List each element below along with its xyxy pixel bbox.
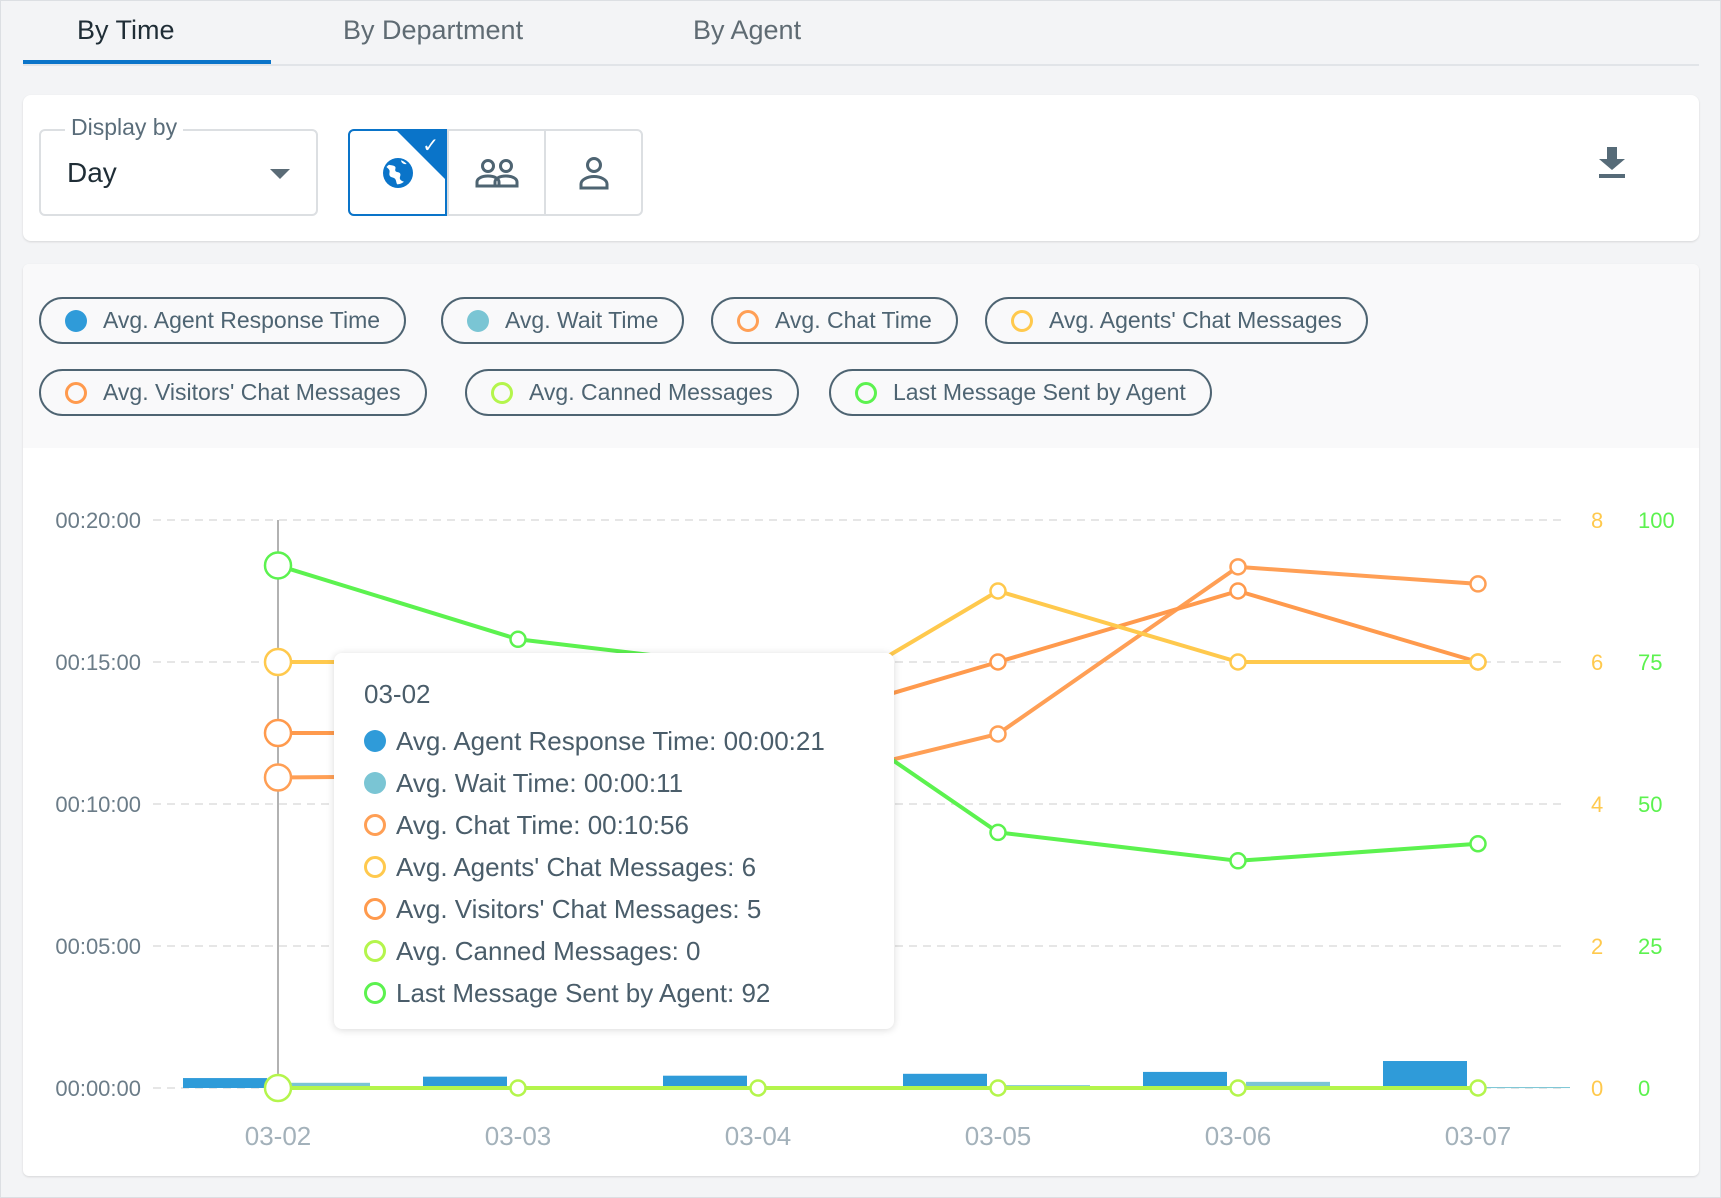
right-axis-count-tick-label: 0 bbox=[1638, 1076, 1650, 1101]
display-by-value: Day bbox=[67, 157, 117, 188]
tooltip-row: Avg. Wait Time: 00:00:11 bbox=[364, 762, 864, 804]
right-axis-messages-tick-label: 6 bbox=[1591, 650, 1603, 675]
right-axis-messages-tick-label: 0 bbox=[1591, 1076, 1603, 1101]
check-icon: ✓ bbox=[422, 135, 439, 157]
avg-chat-time-point bbox=[989, 725, 1007, 743]
chart-card: Avg. Agent Response Time Avg. Wait Time … bbox=[23, 264, 1699, 1176]
download-icon bbox=[1599, 147, 1625, 178]
avg-canned-messages-point bbox=[749, 1079, 767, 1097]
avg-canned-messages-point bbox=[263, 1073, 293, 1103]
avg-agents-chat-messages-point bbox=[1469, 653, 1487, 671]
avg-agents-chat-messages-point bbox=[1229, 653, 1247, 671]
series-dot-icon bbox=[364, 730, 386, 752]
left-axis-tick-label: 00:15:00 bbox=[55, 650, 141, 675]
tooltip-row: Avg. Agent Response Time: 00:00:21 bbox=[364, 720, 864, 762]
active-tab-indicator bbox=[23, 60, 271, 64]
right-axis-count-tick-label: 100 bbox=[1638, 508, 1675, 533]
left-axis-tick-label: 00:10:00 bbox=[55, 792, 141, 817]
tooltip-title: 03-02 bbox=[364, 679, 431, 709]
right-axis-count-tick-label: 75 bbox=[1638, 650, 1662, 675]
avg-canned-messages-point bbox=[1469, 1079, 1487, 1097]
series-ring-icon bbox=[364, 814, 386, 836]
display-by-select[interactable]: Display by Day bbox=[39, 114, 318, 216]
x-axis-tick-label: 03-05 bbox=[965, 1121, 1032, 1151]
avg-canned-messages-point bbox=[509, 1079, 527, 1097]
left-axis-tick-label: 00:20:00 bbox=[55, 508, 141, 533]
tooltip-row-label: Avg. Canned Messages: 0 bbox=[396, 935, 701, 966]
tooltip-row: Avg. Visitors' Chat Messages: 5 bbox=[364, 888, 864, 930]
x-axis-tick-label: 03-02 bbox=[245, 1121, 312, 1151]
avg-canned-messages-point bbox=[989, 1079, 1007, 1097]
avg-chat-time-point bbox=[1469, 575, 1487, 593]
series-dot-icon bbox=[364, 772, 386, 794]
response-time-bar bbox=[903, 1073, 987, 1088]
tooltip-row: Avg. Canned Messages: 0 bbox=[364, 930, 864, 972]
filter-toolbar: Display by Day ✓ bbox=[23, 95, 1699, 241]
avg-visitors-chat-messages-point bbox=[263, 718, 293, 748]
view-agent-button[interactable] bbox=[544, 131, 641, 214]
right-axis-messages-tick-label: 4 bbox=[1591, 792, 1603, 817]
last-message-sent-by-agent-point bbox=[1229, 852, 1247, 870]
view-department-button[interactable] bbox=[447, 131, 544, 214]
x-axis-tick-label: 03-03 bbox=[485, 1121, 552, 1151]
x-axis-tick-label: 03-04 bbox=[725, 1121, 792, 1151]
last-message-sent-by-agent-point bbox=[263, 551, 293, 580]
group-icon bbox=[475, 158, 518, 187]
download-button[interactable] bbox=[1597, 145, 1627, 181]
tooltip-row: Avg. Agents' Chat Messages: 6 bbox=[364, 846, 864, 888]
series-ring-icon bbox=[364, 856, 386, 878]
tooltip-row-label: Avg. Agents' Chat Messages: 6 bbox=[396, 851, 757, 882]
series-ring-icon bbox=[364, 898, 386, 920]
tooltip-row-label: Avg. Chat Time: 00:10:56 bbox=[396, 809, 689, 840]
tooltip-row-label: Avg. Visitors' Chat Messages: 5 bbox=[396, 893, 762, 924]
response-time-bar bbox=[1383, 1061, 1467, 1088]
wait-time-bar bbox=[1486, 1087, 1570, 1089]
avg-visitors-chat-messages-point bbox=[1229, 582, 1247, 600]
view-mode-toggle: ✓ bbox=[348, 129, 643, 216]
last-message-sent-by-agent-point bbox=[1469, 835, 1487, 853]
response-time-bar bbox=[183, 1078, 267, 1088]
x-axis-tick-label: 03-07 bbox=[1445, 1121, 1512, 1151]
tab-by-agent[interactable]: By Agent bbox=[693, 15, 801, 46]
right-axis-messages-tick-label: 2 bbox=[1591, 934, 1603, 959]
person-icon bbox=[579, 156, 608, 189]
last-message-sent-by-agent-point bbox=[989, 823, 1007, 842]
tooltip-row-label: Last Message Sent by Agent: 92 bbox=[396, 977, 771, 1008]
left-axis-tick-label: 00:05:00 bbox=[55, 934, 141, 959]
right-axis-count-tick-label: 50 bbox=[1638, 792, 1662, 817]
right-axis-count-tick-label: 25 bbox=[1638, 934, 1662, 959]
avg-chat-time-point bbox=[1229, 558, 1247, 576]
avg-chat-time-point bbox=[263, 763, 293, 792]
avg-agents-chat-messages-point bbox=[989, 582, 1007, 600]
avg-canned-messages-point bbox=[1229, 1079, 1247, 1097]
avg-agents-chat-messages-point bbox=[263, 647, 293, 677]
caret-down-icon bbox=[270, 169, 290, 179]
last-message-sent-by-agent-point bbox=[509, 630, 527, 649]
x-axis-tick-label: 03-06 bbox=[1205, 1121, 1272, 1151]
view-all-button[interactable]: ✓ bbox=[348, 129, 447, 216]
tooltip-row: Avg. Chat Time: 00:10:56 bbox=[364, 804, 864, 846]
display-by-label: Display by bbox=[65, 114, 184, 141]
right-axis-messages-tick-label: 8 bbox=[1591, 508, 1603, 533]
series-ring-icon bbox=[364, 940, 386, 962]
report-tabs: By Time By Department By Agent bbox=[23, 1, 1699, 66]
tab-by-department[interactable]: By Department bbox=[343, 15, 523, 46]
chart-tooltip: 03-02 Avg. Agent Response Time: 00:00:21… bbox=[334, 653, 894, 1029]
left-axis-tick-label: 00:00:00 bbox=[55, 1076, 141, 1101]
tooltip-row: Last Message Sent by Agent: 92 bbox=[364, 972, 864, 1014]
tooltip-row-label: Avg. Agent Response Time: 00:00:21 bbox=[396, 725, 825, 756]
response-time-bar bbox=[1143, 1071, 1227, 1088]
avg-visitors-chat-messages-point bbox=[989, 653, 1007, 671]
tab-by-time[interactable]: By Time bbox=[77, 15, 175, 46]
series-ring-icon bbox=[364, 982, 386, 1004]
tooltip-row-label: Avg. Wait Time: 00:00:11 bbox=[396, 767, 684, 798]
